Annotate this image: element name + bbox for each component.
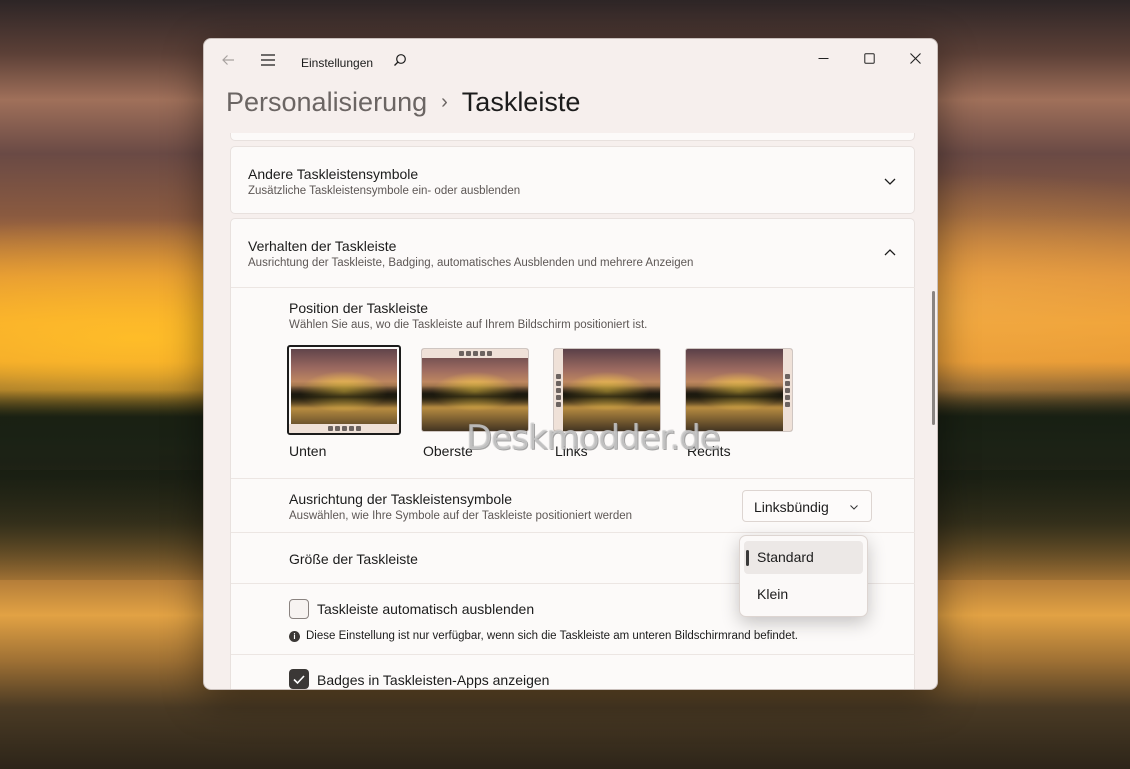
row-badges: Badges in Taskleisten-Apps anzeigen: [231, 654, 915, 689]
position-thumbnail-bottom[interactable]: [287, 345, 401, 435]
taskbar-preview: [422, 349, 528, 358]
maximize-icon[interactable]: [846, 45, 892, 75]
autohide-info-text: Diese Einstellung ist nur verfügbar, wen…: [306, 630, 798, 642]
info-icon: i: [289, 631, 300, 642]
size-option-small[interactable]: Klein: [744, 578, 863, 611]
previous-card-edge: [230, 133, 915, 141]
row-title: Position der Taskleiste: [289, 300, 429, 316]
option-label: Standard: [757, 549, 814, 565]
card-other-taskbar-icons[interactable]: Andere Taskleistensymbole Zusätzliche Ta…: [230, 146, 915, 214]
chevron-down-icon[interactable]: [882, 173, 898, 189]
close-icon[interactable]: [892, 45, 937, 75]
selection-indicator: [746, 550, 749, 566]
back-arrow-icon[interactable]: [218, 53, 238, 73]
card-subtitle: Ausrichtung der Taskleiste, Badging, aut…: [248, 257, 694, 269]
chevron-up-icon[interactable]: [882, 245, 898, 261]
row-title: Ausrichtung der Taskleistensymbole: [289, 491, 513, 507]
title-bar: Einstellungen: [204, 39, 937, 87]
hamburger-menu-icon[interactable]: [258, 53, 278, 73]
search-icon[interactable]: [390, 53, 410, 73]
card-title: Andere Taskleistensymbole: [248, 166, 419, 182]
page-title: Taskleiste: [461, 87, 581, 117]
badges-label[interactable]: Badges in Taskleisten-Apps anzeigen: [317, 672, 549, 688]
app-title: Einstellungen: [301, 56, 374, 70]
option-label: Klein: [757, 586, 789, 602]
position-label: Unten: [289, 443, 327, 459]
dropdown-value: Linksbündig: [754, 499, 829, 515]
watermark: Deskmodder.de: [466, 418, 721, 458]
breadcrumb: Personalisierung › Taskleiste: [226, 87, 580, 127]
taskbar-preview: [289, 424, 399, 433]
row-subtitle: Wählen Sie aus, wo die Taskleiste auf Ih…: [289, 319, 648, 331]
alignment-dropdown[interactable]: Linksbündig: [742, 490, 872, 522]
vertical-scrollbar[interactable]: [932, 291, 935, 425]
card-subtitle: Zusätzliche Taskleistensymbole ein- oder…: [248, 185, 521, 197]
size-dropdown-popup: Standard Klein: [739, 535, 868, 617]
badges-checkbox[interactable]: [289, 669, 309, 689]
row-subtitle: Auswählen, wie Ihre Symbole auf der Task…: [289, 510, 633, 522]
autohide-label[interactable]: Taskleiste automatisch ausblenden: [317, 601, 534, 617]
row-taskbar-alignment: Ausrichtung der Taskleistensymbole Auswä…: [231, 478, 915, 532]
autohide-checkbox[interactable]: [289, 599, 309, 619]
minimize-icon[interactable]: [800, 45, 846, 75]
taskbar-preview: [783, 349, 792, 431]
checkmark-icon: [293, 675, 305, 685]
breadcrumb-parent[interactable]: Personalisierung: [226, 87, 427, 117]
row-title: Größe der Taskleiste: [289, 551, 418, 567]
size-option-standard[interactable]: Standard: [744, 541, 863, 574]
chevron-down-icon: [850, 505, 858, 510]
breadcrumb-separator: ›: [441, 91, 448, 113]
card-title: Verhalten der Taskleiste: [248, 238, 397, 254]
